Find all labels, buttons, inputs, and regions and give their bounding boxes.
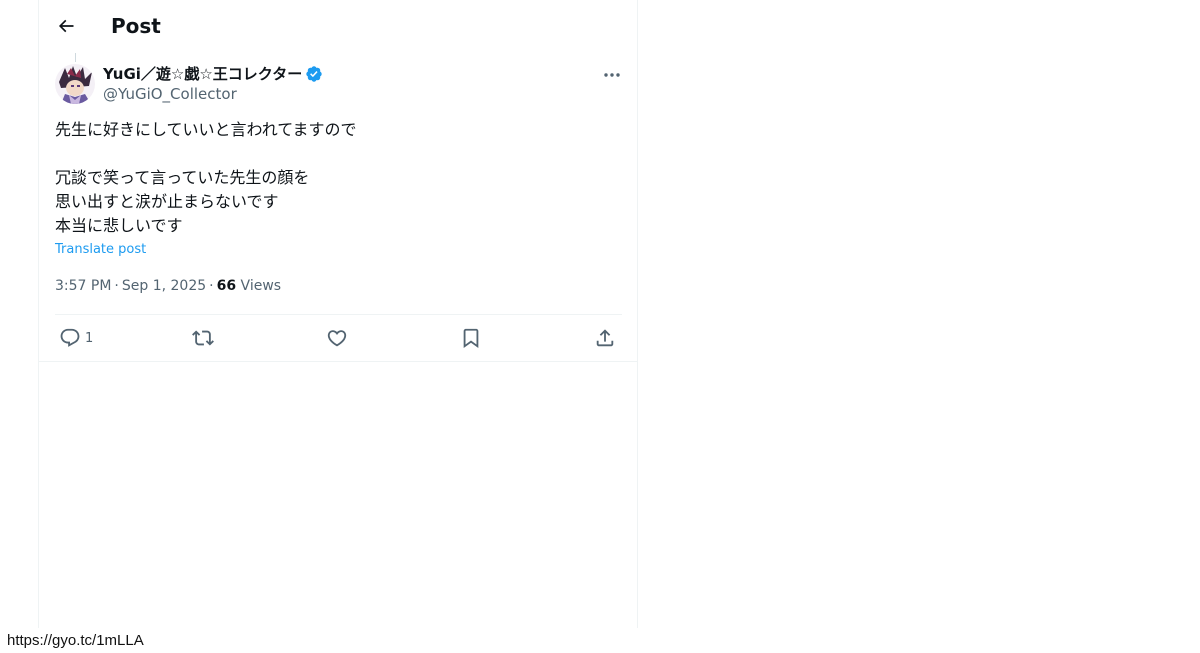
reply-count: 1 bbox=[85, 330, 94, 346]
repost-button[interactable] bbox=[192, 324, 214, 352]
heart-icon bbox=[327, 330, 347, 347]
meta-separator: · bbox=[114, 278, 119, 294]
more-dots-icon bbox=[604, 73, 620, 77]
reply-button[interactable]: 1 bbox=[59, 324, 93, 352]
share-button[interactable] bbox=[594, 324, 616, 352]
author-block: YuGi／遊☆戯☆王コレクター @YuGiO_Collector bbox=[103, 64, 323, 104]
post-meta: 3:57 PM · Sep 1, 2025 · 66 Views bbox=[55, 276, 281, 296]
page-title: Post bbox=[111, 14, 161, 38]
back-button[interactable] bbox=[49, 9, 83, 43]
divider bbox=[39, 361, 638, 362]
more-options-button[interactable] bbox=[595, 64, 629, 86]
post-column: Post YuGi／遊☆戯☆王コレクター @YuGiO_Collector 先生… bbox=[38, 0, 638, 628]
post-date[interactable]: Sep 1, 2025 bbox=[122, 278, 206, 294]
thread-line bbox=[75, 53, 76, 62]
bookmark-button[interactable] bbox=[460, 324, 482, 352]
meta-separator: · bbox=[209, 278, 214, 294]
header: Post bbox=[39, 0, 638, 53]
post-time[interactable]: 3:57 PM bbox=[55, 278, 111, 294]
verified-badge-icon[interactable] bbox=[305, 65, 323, 83]
translate-post-link[interactable]: Translate post bbox=[55, 241, 146, 259]
divider bbox=[55, 314, 622, 315]
author-handle[interactable]: @YuGiO_Collector bbox=[103, 84, 323, 104]
share-icon bbox=[596, 329, 614, 347]
author-name-row[interactable]: YuGi／遊☆戯☆王コレクター bbox=[103, 64, 323, 84]
views-label: Views bbox=[240, 278, 282, 294]
repost-icon bbox=[192, 330, 214, 346]
action-bar: 1 bbox=[55, 324, 622, 352]
like-button[interactable] bbox=[326, 324, 348, 352]
arrow-left-icon bbox=[58, 19, 74, 33]
avatar-image bbox=[55, 64, 95, 104]
post-text: 先生に好きにしていいと言われてますので 冗談で笑って言っていた先生の顔を 思い出… bbox=[55, 120, 357, 235]
bookmark-icon bbox=[463, 328, 479, 349]
avatar[interactable] bbox=[55, 64, 95, 104]
display-name[interactable]: YuGi／遊☆戯☆王コレクター bbox=[103, 64, 302, 84]
reply-icon bbox=[60, 328, 80, 347]
views-count: 66 bbox=[216, 278, 237, 294]
status-bar-url: https://gyo.tc/1mLLA bbox=[0, 628, 151, 653]
